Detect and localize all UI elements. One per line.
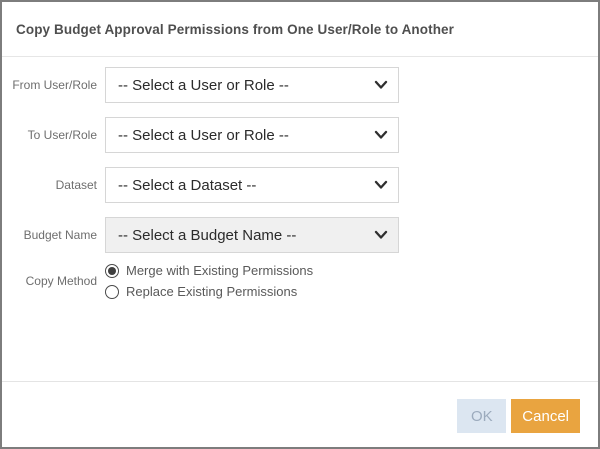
copy-method-label: Copy Method: [25, 274, 97, 288]
from-user-role-value: -- Select a User or Role --: [118, 76, 289, 94]
dialog-header: Copy Budget Approval Permissions from On…: [2, 2, 598, 57]
chevron-down-icon: [374, 80, 388, 90]
dialog-form: From User/Role -- Select a User or Role …: [2, 57, 598, 299]
budget-name-label: Budget Name: [23, 228, 97, 242]
chevron-down-icon: [374, 180, 388, 190]
budget-name-value: -- Select a Budget Name --: [118, 226, 297, 244]
from-user-role-row: From User/Role -- Select a User or Role …: [2, 67, 598, 103]
copy-method-radio-group: Merge with Existing Permissions Replace …: [105, 263, 313, 299]
dialog-title: Copy Budget Approval Permissions from On…: [16, 21, 455, 37]
dataset-select[interactable]: -- Select a Dataset --: [105, 167, 399, 203]
replace-permissions-radio[interactable]: Replace Existing Permissions: [105, 284, 313, 299]
ok-button[interactable]: OK: [457, 399, 507, 433]
dataset-label: Dataset: [55, 178, 97, 192]
from-user-role-select[interactable]: -- Select a User or Role --: [105, 67, 399, 103]
chevron-down-icon: [374, 230, 388, 240]
dataset-row: Dataset -- Select a Dataset --: [2, 167, 598, 203]
from-user-role-label: From User/Role: [12, 78, 97, 92]
radio-icon: [105, 263, 119, 278]
copy-permissions-dialog: Copy Budget Approval Permissions from On…: [0, 0, 600, 449]
dataset-value: -- Select a Dataset --: [118, 176, 257, 194]
to-user-role-row: To User/Role -- Select a User or Role --: [2, 117, 598, 153]
budget-name-select[interactable]: -- Select a Budget Name --: [105, 217, 399, 253]
budget-name-row: Budget Name -- Select a Budget Name --: [2, 217, 598, 253]
to-user-role-select[interactable]: -- Select a User or Role --: [105, 117, 399, 153]
replace-permissions-label: Replace Existing Permissions: [126, 284, 298, 299]
merge-permissions-radio[interactable]: Merge with Existing Permissions: [105, 263, 313, 278]
chevron-down-icon: [374, 130, 388, 140]
to-user-role-value: -- Select a User or Role --: [118, 126, 289, 144]
to-user-role-label: To User/Role: [27, 128, 97, 142]
merge-permissions-label: Merge with Existing Permissions: [126, 263, 314, 278]
radio-icon: [105, 284, 119, 299]
dialog-footer: OK Cancel: [2, 381, 598, 433]
cancel-button[interactable]: Cancel: [511, 399, 580, 433]
copy-method-row: Copy Method Merge with Existing Permissi…: [2, 263, 598, 299]
